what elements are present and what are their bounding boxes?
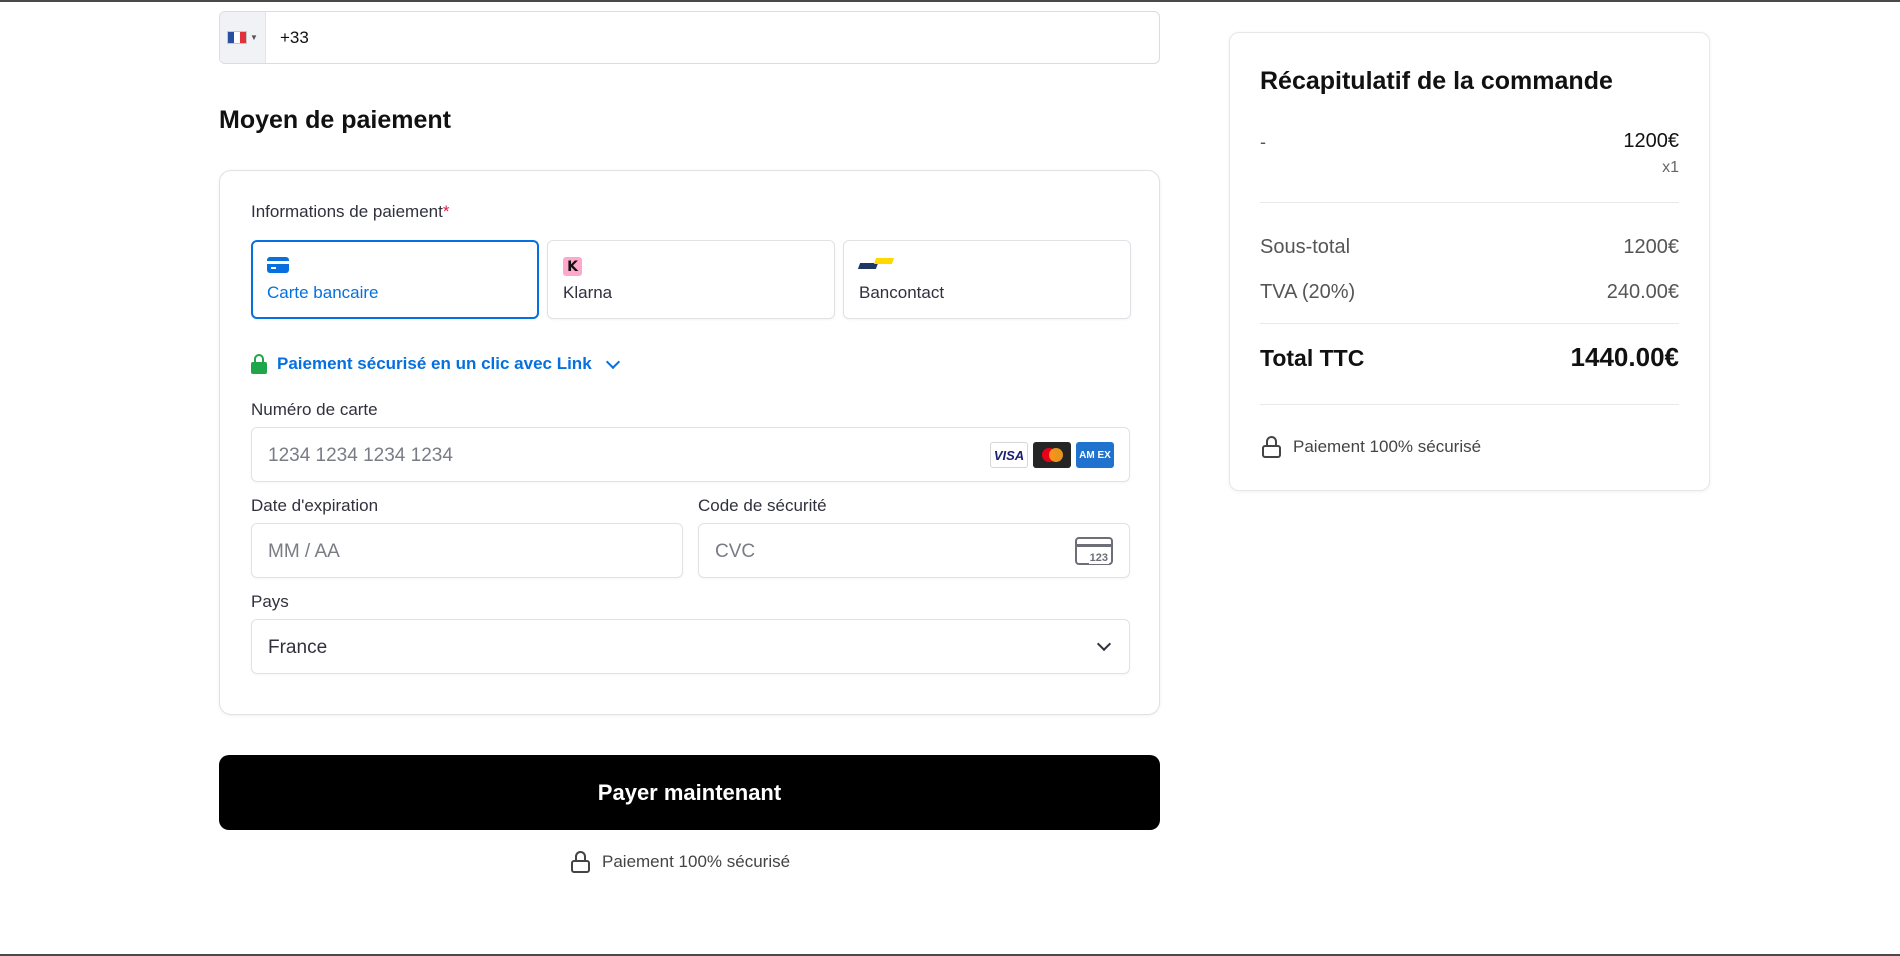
subtotal-label: Sous-total — [1260, 236, 1351, 258]
cvc-input[interactable]: CVC 123 — [698, 523, 1130, 578]
credit-card-icon — [267, 257, 289, 273]
expiry-label: Date d'expiration — [251, 496, 379, 515]
divider — [1260, 323, 1679, 324]
tax-label: TVA (20%) — [1260, 281, 1356, 303]
required-marker: * — [442, 202, 450, 221]
total-label: Total TTC — [1260, 345, 1365, 371]
tax-value: 240.00€ — [1606, 281, 1679, 303]
amex-icon: AM EX — [1076, 442, 1114, 468]
secure-payment-note: Paiement 100% sécurisé — [571, 851, 790, 873]
link-text: Paiement sécurisé en un clic avec Link — [277, 354, 592, 373]
france-flag-icon — [227, 31, 248, 44]
klarna-icon: K — [563, 257, 582, 276]
method-card-label: Carte bancaire — [267, 283, 379, 302]
summary-secure-note: Paiement 100% sécurisé — [1262, 436, 1481, 458]
phone-value: +33 — [280, 27, 309, 47]
payment-card: Informations de paiement* Carte bancaire… — [219, 170, 1160, 715]
link-toggle[interactable]: Paiement sécurisé en un clic avec Link — [251, 354, 620, 374]
secure-text: Paiement 100% sécurisé — [602, 852, 791, 871]
item-price: 1200€ — [1623, 130, 1679, 152]
card-brands: VISA AM EX — [990, 442, 1114, 468]
method-card[interactable]: Carte bancaire — [251, 240, 539, 319]
subtotal-value: 1200€ — [1623, 236, 1679, 258]
method-klarna[interactable]: K Klarna — [547, 240, 835, 319]
country-select[interactable]: France — [251, 619, 1130, 674]
country-label: Pays — [251, 592, 289, 611]
card-number-placeholder: 1234 1234 1234 1234 — [268, 445, 453, 466]
summary-title: Récapitulatif de la commande — [1260, 67, 1613, 95]
chevron-down-icon — [605, 354, 620, 369]
visa-icon: VISA — [990, 442, 1028, 468]
method-bancontact-label: Bancontact — [859, 283, 945, 302]
method-bancontact[interactable]: Bancontact — [843, 240, 1131, 319]
divider — [1260, 202, 1679, 203]
lock-icon — [571, 851, 590, 873]
payment-section-title: Moyen de paiement — [219, 106, 451, 134]
top-border — [0, 0, 1900, 2]
expiry-placeholder: MM / AA — [268, 541, 340, 562]
divider — [1260, 404, 1679, 405]
caret-down-icon: ▼ — [250, 33, 258, 42]
country-code-select[interactable]: ▼ — [220, 12, 266, 63]
pay-now-button[interactable]: Payer maintenant — [219, 755, 1160, 830]
summary-secure-text: Paiement 100% sécurisé — [1293, 437, 1482, 456]
card-number-input[interactable]: 1234 1234 1234 1234 VISA AM EX — [251, 427, 1130, 482]
order-summary: Récapitulatif de la commande - 1200€ x1 … — [1229, 32, 1710, 491]
total-value: 1440.00€ — [1570, 342, 1679, 372]
lock-icon — [251, 354, 267, 374]
mastercard-icon — [1033, 442, 1071, 468]
item-quantity: x1 — [1662, 159, 1679, 176]
payment-info-label: Informations de paiement* — [251, 202, 450, 221]
lock-icon — [1262, 436, 1281, 458]
expiry-input[interactable]: MM / AA — [251, 523, 683, 578]
item-name: - — [1260, 132, 1266, 152]
method-klarna-label: Klarna — [563, 283, 613, 302]
chevron-down-icon — [1096, 636, 1112, 652]
cvc-label: Code de sécurité — [698, 496, 827, 515]
country-value: France — [268, 637, 328, 658]
phone-field[interactable]: ▼ +33 — [219, 11, 1160, 64]
bancontact-icon — [857, 257, 895, 271]
cvc-placeholder: CVC — [715, 541, 756, 562]
card-number-label: Numéro de carte — [251, 400, 378, 419]
cvc-card-icon: 123 — [1075, 537, 1113, 565]
